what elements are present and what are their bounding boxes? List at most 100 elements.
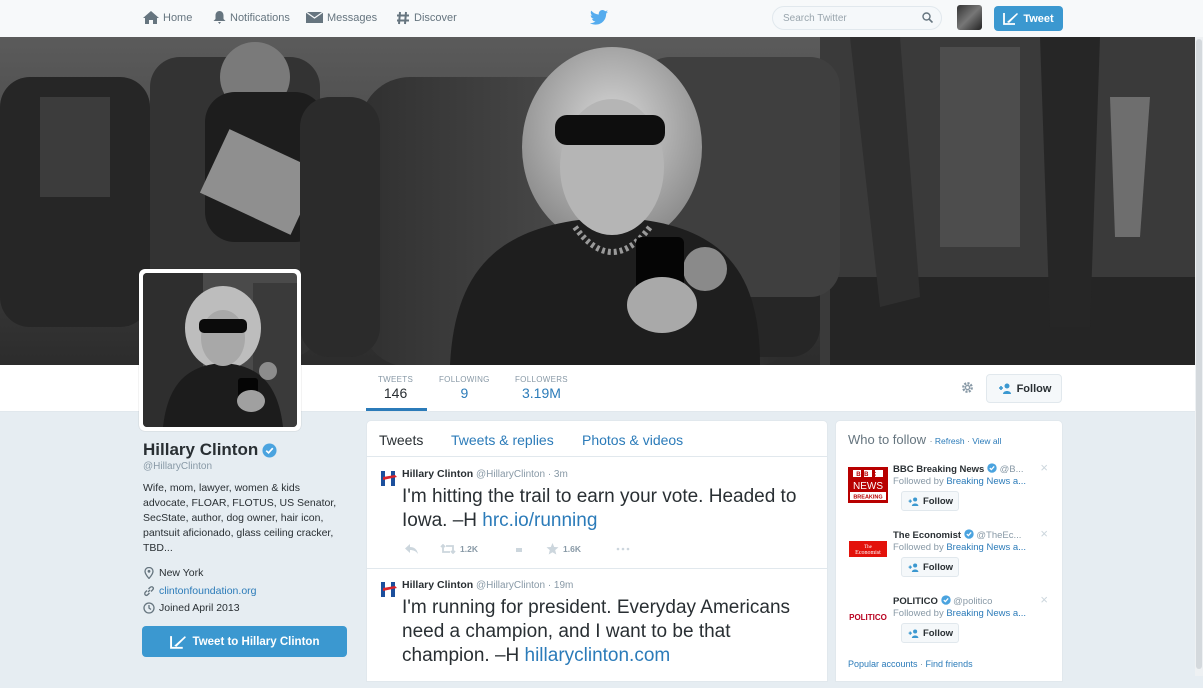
nav-messages-label: Messages: [327, 11, 378, 24]
active-stat-underline: [366, 408, 427, 411]
account-handle: @politico: [953, 596, 993, 607]
tweet-text: I'm hitting the trail to earn your vote.…: [402, 485, 812, 533]
gear-icon[interactable]: [960, 380, 975, 395]
the-economist-logo: The Economist: [848, 533, 888, 569]
svg-text:Economist: Economist: [855, 550, 881, 556]
followed-by-text: Followed by Breaking News a...: [893, 542, 1043, 553]
follow-person-icon: [908, 562, 919, 572]
more-button[interactable]: [616, 547, 630, 551]
search-box[interactable]: [772, 6, 942, 30]
followed-by-text: Followed by Breaking News a...: [893, 608, 1043, 619]
dismiss-icon[interactable]: ×: [1040, 526, 1048, 541]
verified-badge-icon: [987, 463, 997, 473]
tweet-link[interactable]: hillaryclinton.com: [525, 645, 671, 666]
suggested-account-name: POLITICO @politico: [893, 595, 1043, 607]
dismiss-icon[interactable]: ×: [1040, 592, 1048, 607]
stat-followers-label: FOLLOWERS: [515, 375, 568, 384]
follow-person-icon: [908, 496, 919, 506]
profile-handle[interactable]: @HillaryClinton: [143, 461, 212, 472]
tab-photos-and-videos[interactable]: Photos & videos: [582, 432, 683, 448]
tab-tweets[interactable]: Tweets: [379, 432, 423, 448]
profile-avatar[interactable]: [139, 269, 301, 431]
profile-website: clintonfoundation.org: [143, 585, 257, 597]
follow-account-button[interactable]: Follow: [901, 557, 959, 577]
quill-icon: [169, 635, 186, 649]
suggested-account[interactable]: The Economist The Economist @TheEc... Fo…: [848, 526, 1054, 591]
follow-button[interactable]: Follow: [986, 374, 1062, 403]
follow-account-label: Follow: [922, 561, 954, 573]
tweet-link[interactable]: hrc.io/running: [482, 510, 597, 531]
reply-icon: [405, 544, 418, 554]
stat-tweets[interactable]: TWEETS 146: [378, 375, 413, 401]
who-to-follow-panel: Who to follow · Refresh · View all BBC N…: [835, 420, 1063, 682]
envelope-icon: [306, 11, 323, 23]
retweet-icon: [440, 544, 456, 554]
find-friends-link[interactable]: Find friends: [926, 659, 973, 669]
account-name[interactable]: The Economist: [893, 530, 961, 541]
who-to-follow-title: Who to follow: [848, 432, 927, 447]
followed-by-link[interactable]: Breaking News a...: [946, 608, 1026, 619]
view-all-link[interactable]: View all: [972, 436, 1001, 446]
popular-accounts-link[interactable]: Popular accounts: [848, 659, 918, 669]
stat-tweets-label: TWEETS: [378, 375, 414, 384]
quill-icon: [1003, 13, 1019, 25]
tweet-text: I'm running for president. Everyday Amer…: [402, 596, 812, 668]
page-scrollbar[interactable]: [1195, 37, 1203, 676]
bell-icon: [213, 11, 226, 24]
followed-by-text: Followed by Breaking News a...: [893, 476, 1043, 487]
favorite-button[interactable]: 1.6K: [546, 543, 616, 555]
scrollbar-thumb[interactable]: [1196, 39, 1202, 669]
tweet-header: Hillary Clinton @HillaryClinton · 3m: [402, 468, 568, 480]
follow-account-button[interactable]: Follow: [901, 491, 959, 511]
stat-tweets-value: 146: [383, 385, 408, 401]
refresh-link[interactable]: Refresh: [935, 436, 965, 446]
tweet-author-name[interactable]: Hillary Clinton: [402, 468, 473, 480]
tweet-to-button[interactable]: Tweet to Hillary Clinton: [142, 626, 347, 657]
tweet-item[interactable]: Hillary Clinton @HillaryClinton · 19m I'…: [367, 568, 827, 688]
nav-discover-label: Discover: [414, 12, 457, 24]
nav-home[interactable]: Home: [143, 11, 192, 24]
embed-button[interactable]: [516, 546, 546, 552]
tweet-author-handle[interactable]: @HillaryClinton: [476, 469, 545, 480]
follow-account-label: Follow: [922, 627, 954, 639]
account-name[interactable]: POLITICO: [893, 596, 938, 607]
nav-discover[interactable]: Discover: [396, 11, 457, 25]
followed-by-link[interactable]: Breaking News a...: [946, 542, 1026, 553]
star-icon: [546, 543, 559, 555]
tweet-time[interactable]: · 19m: [548, 580, 574, 591]
search-icon[interactable]: [922, 12, 933, 23]
nav-notifications[interactable]: Notifications: [213, 11, 290, 24]
follow-button-label: Follow: [1016, 382, 1052, 395]
verified-badge-icon: [940, 595, 951, 605]
account-handle: @TheEc...: [976, 530, 1022, 541]
nav-messages[interactable]: Messages: [306, 11, 377, 24]
stat-following[interactable]: FOLLOWING 9: [439, 375, 490, 401]
reply-button[interactable]: [405, 544, 440, 554]
tab-tweets-and-replies[interactable]: Tweets & replies: [451, 432, 554, 448]
top-nav-bar: Home Notifications Messages Discover Twe…: [0, 0, 1203, 38]
account-name[interactable]: BBC Breaking News: [893, 464, 984, 475]
hash-icon: [397, 11, 409, 25]
tweet-author-name[interactable]: Hillary Clinton: [402, 579, 473, 591]
stat-following-value: 9: [460, 385, 469, 401]
followed-by-prefix: Followed by: [893, 476, 947, 487]
retweet-button[interactable]: 1.2K: [440, 544, 516, 554]
stat-followers[interactable]: FOLLOWERS 3.19M: [515, 375, 568, 401]
twitter-bird-icon[interactable]: [590, 10, 608, 25]
compose-tweet-button[interactable]: Tweet: [994, 6, 1063, 31]
location-pin-icon: [144, 567, 154, 579]
followed-by-link[interactable]: Breaking News a...: [946, 476, 1026, 487]
suggested-account[interactable]: BBC NEWS BREAKING BBC Breaking News @B..…: [848, 460, 1054, 525]
tweet-author-handle[interactable]: @HillaryClinton: [476, 580, 545, 591]
dismiss-icon[interactable]: ×: [1040, 460, 1048, 475]
profile-website-link[interactable]: clintonfoundation.org: [159, 585, 257, 597]
timeline: Tweets Tweets & replies Photos & videos …: [366, 420, 828, 682]
followed-by-prefix: Followed by: [893, 608, 947, 619]
search-input[interactable]: [781, 12, 925, 25]
tweet-item[interactable]: Hillary Clinton @HillaryClinton · 3m I'm…: [367, 457, 827, 569]
favorite-count: 1.6K: [563, 544, 581, 554]
suggested-account[interactable]: POLITICO POLITICO @politico Followed by …: [848, 592, 1054, 657]
user-avatar[interactable]: [957, 5, 982, 30]
tweet-time[interactable]: · 3m: [548, 469, 568, 480]
follow-account-button[interactable]: Follow: [901, 623, 959, 643]
